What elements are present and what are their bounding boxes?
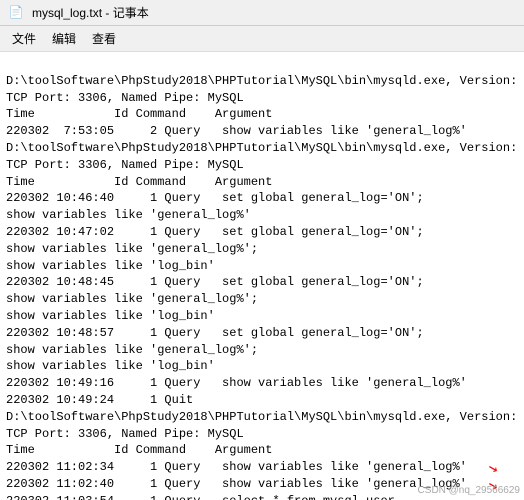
log-line: 220302 11:02:34 1 Query show variables l… [6, 459, 518, 476]
menu-view[interactable]: 查看 [84, 28, 124, 49]
content-area[interactable]: D:\toolSoftware\PhpStudy2018\PHPTutorial… [0, 52, 524, 500]
log-line: D:\toolSoftware\PhpStudy2018\PHPTutorial… [6, 140, 518, 157]
log-line: 220302 7:53:05 2 Query show variables li… [6, 123, 518, 140]
log-line: Time Id Command Argument [6, 442, 518, 459]
log-line: 220302 10:48:45 1 Query set global gener… [6, 274, 518, 291]
menu-bar: 文件 编辑 查看 [0, 26, 524, 52]
log-line: show variables like 'log_bin' [6, 308, 518, 325]
log-line: 220302 10:47:02 1 Query set global gener… [6, 224, 518, 241]
log-line: 220302 10:49:24 1 Quit [6, 392, 518, 409]
log-line: 220302 10:48:57 1 Query set global gener… [6, 325, 518, 342]
log-line: Time Id Command Argument [6, 106, 518, 123]
app-icon: 📄 [8, 5, 24, 21]
log-line: TCP Port: 3306, Named Pipe: MySQL [6, 157, 518, 174]
log-line: show variables like 'general_log%'; [6, 342, 518, 359]
log-line: show variables like 'general_log%' [6, 207, 518, 224]
menu-edit[interactable]: 编辑 [44, 28, 84, 49]
title-bar: 📄 mysql_log.txt - 记事本 [0, 0, 524, 26]
log-line: 220302 10:46:40 1 Query set global gener… [6, 190, 518, 207]
menu-file[interactable]: 文件 [4, 28, 44, 49]
title-text: mysql_log.txt - 记事本 [32, 4, 516, 21]
log-line: show variables like 'log_bin' [6, 358, 518, 375]
log-line: D:\toolSoftware\PhpStudy2018\PHPTutorial… [6, 409, 518, 426]
log-line: D:\toolSoftware\PhpStudy2018\PHPTutorial… [6, 73, 518, 90]
log-line: TCP Port: 3306, Named Pipe: MySQL [6, 90, 518, 107]
log-line: TCP Port: 3306, Named Pipe: MySQL [6, 426, 518, 443]
log-line: show variables like 'general_log%'; [6, 241, 518, 258]
watermark: CSDN @nq_29566629 [418, 485, 520, 496]
log-line: Time Id Command Argument [6, 174, 518, 191]
log-line: 220302 10:49:16 1 Query show variables l… [6, 375, 518, 392]
log-line: show variables like 'log_bin' [6, 258, 518, 275]
log-line: show variables like 'general_log%'; [6, 291, 518, 308]
